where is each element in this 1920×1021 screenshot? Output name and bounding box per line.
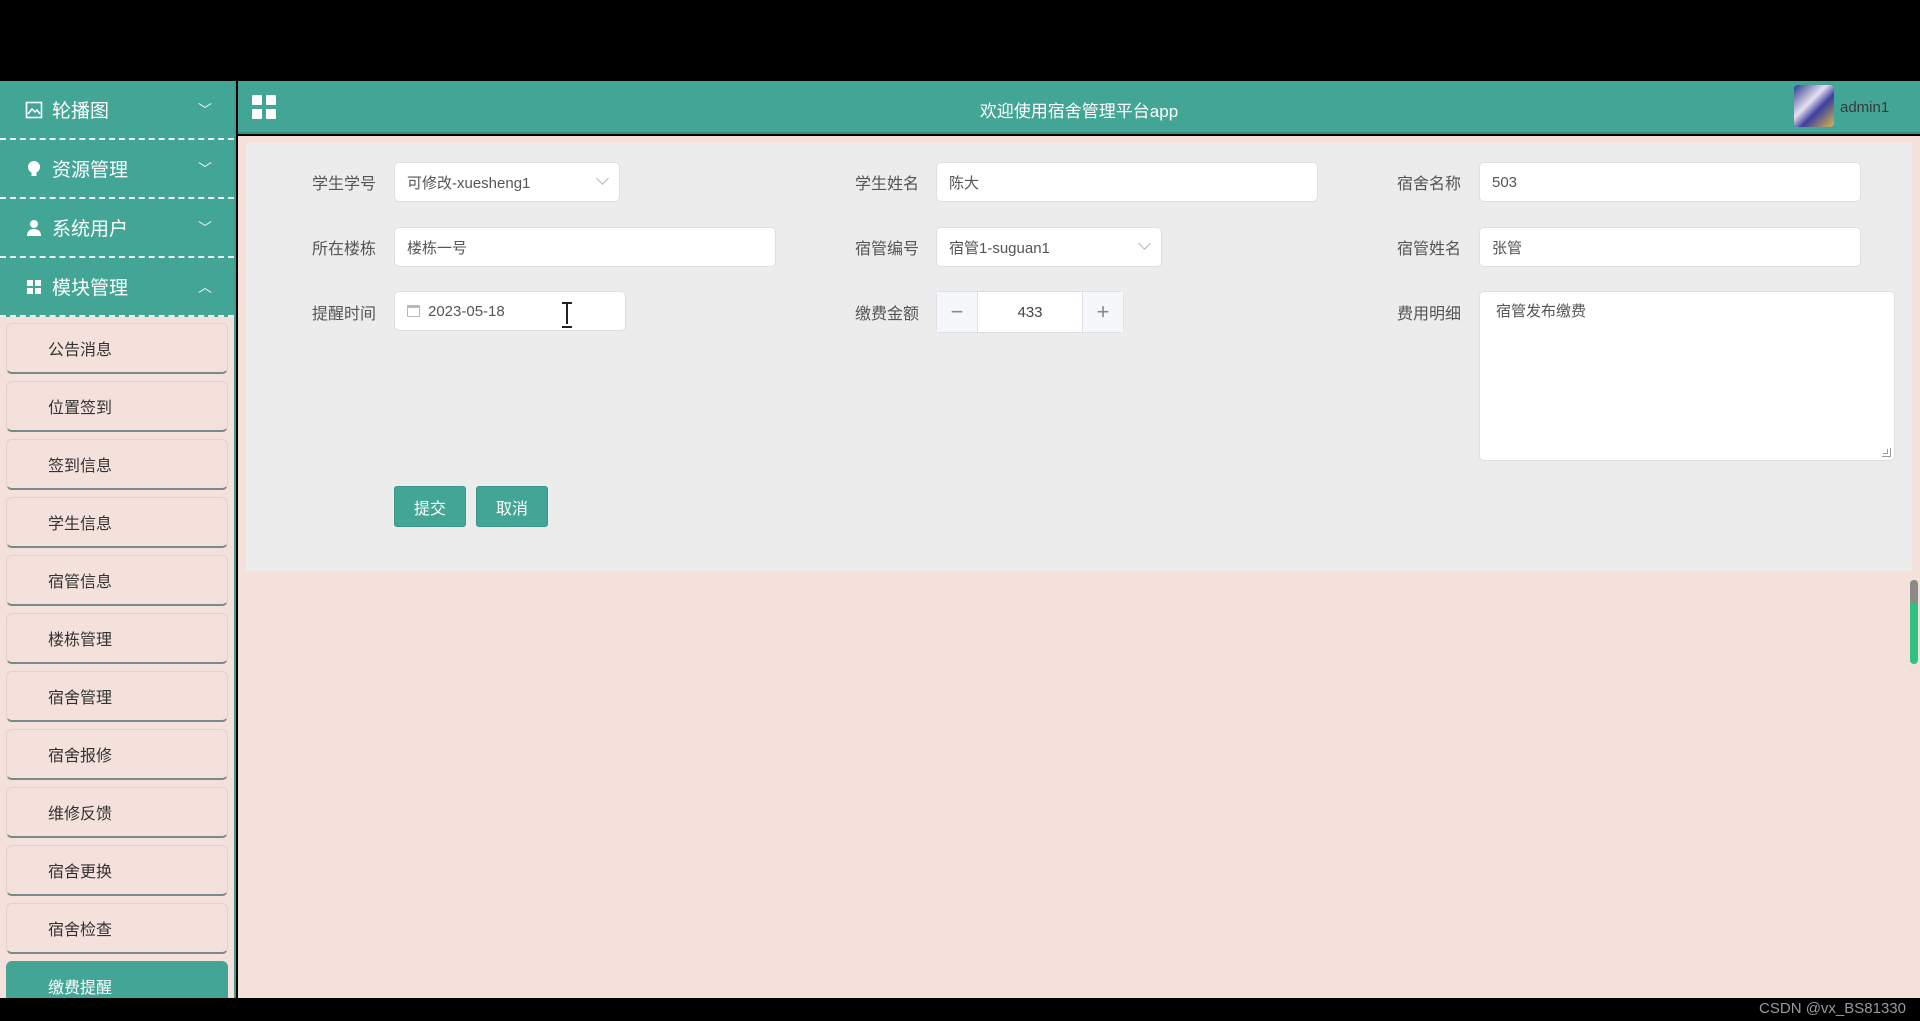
- sidebar-item-location-checkin[interactable]: 位置签到: [6, 381, 228, 432]
- sidebar-item-announcements[interactable]: 公告消息: [6, 323, 228, 374]
- sidebar-group-label: 轮播图: [52, 101, 110, 122]
- sidebar-group-carousel[interactable]: 轮播图 ﹀: [0, 81, 234, 140]
- sidebar-group-resources[interactable]: 资源管理 ﹀: [0, 140, 234, 199]
- sidebar-item-dorm-management[interactable]: 宿舍管理: [6, 671, 228, 722]
- sidebar-item-repair-feedback[interactable]: 维修反馈: [6, 787, 228, 838]
- sidebar-group-label: 资源管理: [52, 160, 129, 181]
- sidebar-item-payment-reminder[interactable]: 缴费提醒: [6, 961, 228, 998]
- sidebar-item-manager-info[interactable]: 宿管信息: [6, 555, 228, 606]
- chevron-down-icon: [596, 172, 609, 185]
- sidebar: 轮播图 ﹀ 资源管理 ﹀ 系统用户 ﹀ 模块管理 ︿ 公告消息 位置签到 签到信…: [0, 81, 236, 998]
- top-header: 欢迎使用宿舍管理平台app admin1: [238, 81, 1920, 134]
- bulb-icon: [24, 159, 44, 179]
- sidebar-group-label: 系统用户: [52, 219, 129, 240]
- building-value: 楼栋一号: [407, 239, 468, 257]
- cancel-button[interactable]: 取消: [476, 486, 548, 527]
- amount-value[interactable]: 433: [978, 292, 1082, 332]
- main-content: 学生学号 可修改-xuesheng1 学生姓名 陈大 宿舍名称 503 所在楼栋…: [238, 136, 1920, 998]
- student-no-label: 学生学号: [312, 176, 377, 193]
- sidebar-item-dorm-change[interactable]: 宿舍更换: [6, 845, 228, 896]
- student-no-select[interactable]: 可修改-xuesheng1: [394, 162, 620, 202]
- chevron-down-icon: ﹀: [198, 220, 212, 236]
- dorm-name-input[interactable]: 503: [1479, 162, 1861, 202]
- picture-icon: [24, 100, 44, 120]
- chevron-up-icon: ︿: [198, 279, 212, 295]
- top-black-bar: [0, 0, 1920, 81]
- amount-stepper[interactable]: − 433 +: [936, 291, 1124, 333]
- chevron-down-icon: ﹀: [198, 161, 212, 177]
- watermark: CSDN @vx_BS81330: [1759, 1000, 1906, 1017]
- sidebar-item-dorm-inspection[interactable]: 宿舍检查: [6, 903, 228, 954]
- manager-name-input[interactable]: 张管: [1479, 227, 1861, 267]
- sidebar-item-dorm-repair[interactable]: 宿舍报修: [6, 729, 228, 780]
- scrollbar-thumb[interactable]: [1910, 580, 1918, 604]
- manager-no-select[interactable]: 宿管1-suguan1: [936, 227, 1162, 267]
- sidebar-group-label: 模块管理: [52, 278, 129, 299]
- remind-time-label: 提醒时间: [312, 306, 377, 323]
- app-title: 欢迎使用宿舍管理平台app: [979, 102, 1179, 121]
- manager-no-label: 宿管编号: [855, 241, 920, 258]
- grid-icon: [24, 277, 44, 297]
- sidebar-group-system-users[interactable]: 系统用户 ﹀: [0, 199, 234, 258]
- building-input[interactable]: 楼栋一号: [394, 227, 776, 267]
- calendar-icon: [407, 305, 420, 317]
- dorm-name-label: 宿舍名称: [1397, 176, 1462, 193]
- bottom-black-bar: [0, 998, 1920, 1021]
- amount-label: 缴费金额: [855, 306, 920, 323]
- decrement-button[interactable]: −: [937, 292, 978, 332]
- manager-name-value: 张管: [1492, 239, 1523, 257]
- text-cursor-icon: [562, 302, 572, 328]
- avatar[interactable]: [1794, 85, 1834, 127]
- chevron-down-icon: [1138, 237, 1151, 250]
- building-label: 所在楼栋: [312, 241, 377, 258]
- sidebar-submenu: 公告消息 位置签到 签到信息 学生信息 宿管信息 楼栋管理 宿舍管理 宿舍报修 …: [0, 317, 234, 998]
- student-name-value: 陈大: [949, 174, 980, 192]
- sidebar-item-checkin-info[interactable]: 签到信息: [6, 439, 228, 490]
- student-no-value: 可修改-xuesheng1: [407, 174, 531, 192]
- submit-button[interactable]: 提交: [394, 486, 466, 527]
- resize-grip-icon[interactable]: [1882, 448, 1891, 457]
- sidebar-item-building-management[interactable]: 楼栋管理: [6, 613, 228, 664]
- form-panel: 学生学号 可修改-xuesheng1 学生姓名 陈大 宿舍名称 503 所在楼栋…: [246, 143, 1912, 571]
- fee-detail-value: 宿管发布缴费: [1496, 303, 1587, 320]
- student-name-label: 学生姓名: [855, 176, 920, 193]
- manager-no-value: 宿管1-suguan1: [949, 239, 1050, 257]
- fee-detail-textarea[interactable]: 宿管发布缴费: [1479, 291, 1895, 461]
- student-name-input[interactable]: 陈大: [936, 162, 1318, 202]
- chevron-down-icon: ﹀: [198, 102, 212, 118]
- username[interactable]: admin1: [1840, 99, 1889, 116]
- fee-detail-label: 费用明细: [1397, 306, 1462, 323]
- dorm-name-value: 503: [1492, 173, 1518, 191]
- sidebar-item-student-info[interactable]: 学生信息: [6, 497, 228, 548]
- increment-button[interactable]: +: [1082, 292, 1123, 332]
- sidebar-group-modules[interactable]: 模块管理 ︿: [0, 258, 234, 317]
- remind-time-value: 2023-05-18: [428, 302, 505, 320]
- manager-name-label: 宿管姓名: [1397, 241, 1462, 258]
- remind-time-datepicker[interactable]: 2023-05-18: [394, 291, 626, 331]
- user-icon: [24, 218, 44, 238]
